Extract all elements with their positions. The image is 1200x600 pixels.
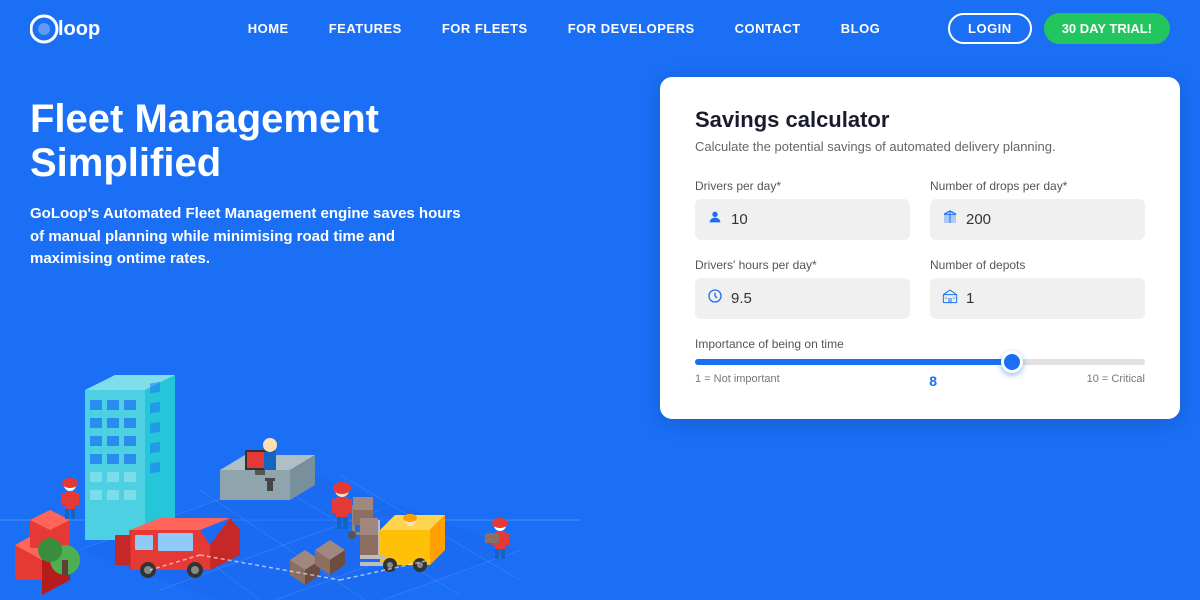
calc-title: Savings calculator xyxy=(695,107,1145,133)
nav-for-developers[interactable]: FOR DEVELOPERS xyxy=(568,21,695,36)
hero-title: Fleet Management Simplified xyxy=(30,97,530,185)
slider-fill xyxy=(695,359,1010,365)
slider-max-label: 10 = Critical xyxy=(1087,373,1145,389)
trial-button[interactable]: 30 DAY TRIAL! xyxy=(1044,13,1170,44)
nav-home[interactable]: HOME xyxy=(248,21,289,36)
drivers-hours-input-wrapper xyxy=(695,278,910,319)
slider-label: Importance of being on time xyxy=(695,337,1145,351)
nav-right: LOGIN 30 DAY TRIAL! xyxy=(948,13,1170,44)
slider-thumb[interactable] xyxy=(1001,351,1023,373)
calc-row-2: Drivers' hours per day* xyxy=(695,258,1145,319)
illustration xyxy=(0,290,580,600)
hero-section: Fleet Management Simplified GoLoop's Aut… xyxy=(0,57,1200,600)
depots-input[interactable] xyxy=(966,290,1133,307)
drivers-per-day-field: Drivers per day* xyxy=(695,179,910,240)
depot-icon xyxy=(942,288,958,309)
drops-per-day-input[interactable] xyxy=(966,211,1133,228)
slider-labels: 1 = Not important 8 10 = Critical xyxy=(695,373,1145,389)
logo[interactable]: loop xyxy=(30,13,120,45)
nav-features[interactable]: FEATURES xyxy=(329,21,402,36)
nav-blog[interactable]: BLOG xyxy=(841,21,881,36)
depots-input-wrapper xyxy=(930,278,1145,319)
depots-label: Number of depots xyxy=(930,258,1145,272)
drops-per-day-label: Number of drops per day* xyxy=(930,179,1145,193)
hero-description: GoLoop's Automated Fleet Management engi… xyxy=(30,203,470,271)
slider-track xyxy=(695,359,1145,365)
nav-for-fleets[interactable]: FOR FLEETS xyxy=(442,21,528,36)
drivers-hours-label: Drivers' hours per day* xyxy=(695,258,910,272)
nav-links: HOME FEATURES FOR FLEETS FOR DEVELOPERS … xyxy=(180,21,948,36)
drops-per-day-field: Number of drops per day* xyxy=(930,179,1145,240)
slider-current-value: 8 xyxy=(929,373,937,389)
person-icon xyxy=(707,209,723,230)
drivers-per-day-label: Drivers per day* xyxy=(695,179,910,193)
drivers-per-day-input[interactable] xyxy=(731,211,898,228)
calc-row-1: Drivers per day* Number of drops per xyxy=(695,179,1145,240)
navbar: loop HOME FEATURES FOR FLEETS FOR DEVELO… xyxy=(0,0,1200,57)
box-icon xyxy=(942,209,958,230)
calc-subtitle: Calculate the potential savings of autom… xyxy=(695,139,1145,154)
depots-field: Number of depots xyxy=(930,258,1145,319)
drivers-hours-input[interactable] xyxy=(731,290,898,307)
svg-text:loop: loop xyxy=(58,18,100,40)
hero-left: Fleet Management Simplified GoLoop's Aut… xyxy=(0,57,660,600)
slider-section: Importance of being on time 1 = Not impo… xyxy=(695,337,1145,389)
drivers-per-day-input-wrapper xyxy=(695,199,910,240)
drops-per-day-input-wrapper xyxy=(930,199,1145,240)
clock-icon xyxy=(707,288,723,309)
slider-container xyxy=(695,359,1145,365)
slider-min-label: 1 = Not important xyxy=(695,373,780,389)
hero-right: Savings calculator Calculate the potenti… xyxy=(660,57,1200,600)
login-button[interactable]: LOGIN xyxy=(948,13,1032,44)
nav-contact[interactable]: CONTACT xyxy=(735,21,801,36)
calculator-card: Savings calculator Calculate the potenti… xyxy=(660,77,1180,419)
drivers-hours-field: Drivers' hours per day* xyxy=(695,258,910,319)
